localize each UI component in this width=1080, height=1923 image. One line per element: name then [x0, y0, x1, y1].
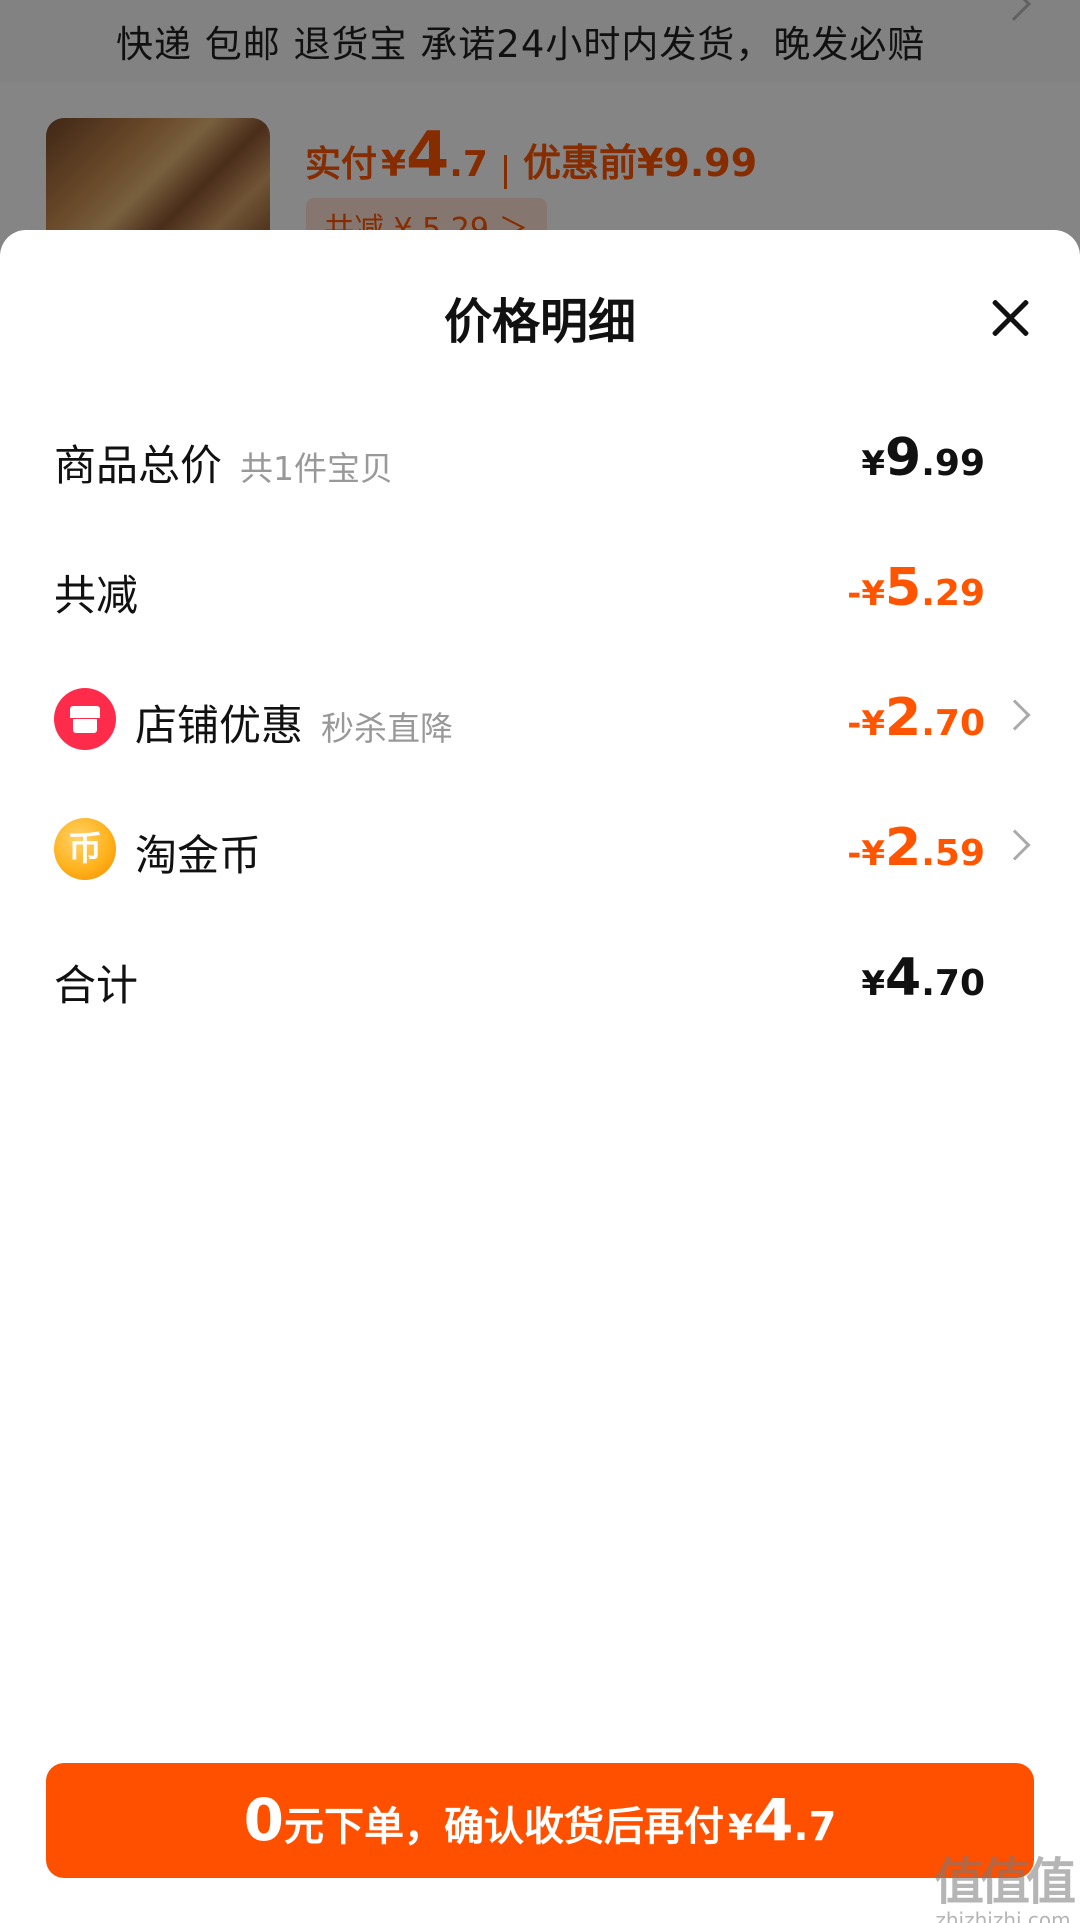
watermark-main: 值值值 [934, 1853, 1076, 1911]
row-sublabel: 共1件宝贝 [240, 449, 394, 488]
amount-int: 9 [885, 428, 922, 488]
price-detail-sheet: 价格明细 商品总价 共1件宝贝 ¥9.99 共减 -¥5.29 店铺优惠 秒杀直降 … [0, 230, 1080, 1923]
amount-dec: .59 [921, 833, 985, 874]
row-total-discount: 共减 -¥5.29 [0, 540, 1080, 630]
chevron-right-icon [999, 699, 1031, 731]
amount-dec: .70 [921, 963, 985, 1004]
row-amount: ¥4.70 [861, 948, 985, 1008]
amount-dec: .29 [921, 573, 985, 614]
watermark-logo: 值值值 zhizhizhi.com [928, 1842, 1078, 1923]
amount-currency: ¥ [861, 574, 886, 614]
watermark-url: zhizhizhi.com [935, 1908, 1071, 1923]
amount-int: 4 [885, 948, 922, 1008]
cta-zero: 0 [243, 1786, 284, 1854]
amount-int: 2 [885, 688, 922, 748]
row-amount: -¥2.59 [847, 818, 985, 878]
row-label: 淘金币 [135, 831, 262, 880]
amount-int: 2 [885, 818, 922, 878]
row-sublabel: 秒杀直降 [321, 709, 454, 748]
row-grand-total: 合计 ¥4.70 [0, 930, 1080, 1020]
amount-minus: - [847, 704, 862, 744]
row-label: 商品总价 共1件宝贝 [54, 432, 393, 493]
coin-icon: 币 [54, 818, 116, 880]
amount-minus: - [847, 574, 862, 614]
row-amount: -¥5.29 [847, 558, 985, 618]
amount-currency: ¥ [861, 964, 886, 1004]
cta-dec: .7 [793, 1804, 837, 1850]
amount-int: 5 [885, 558, 922, 618]
row-label-text: 店铺优惠 [135, 701, 304, 750]
cta-int: 4 [753, 1786, 794, 1854]
sheet-title: 价格明细 [443, 294, 636, 350]
row-label-text: 商品总价 [54, 441, 223, 490]
amount-minus: - [847, 834, 862, 874]
row-store-discount[interactable]: 店铺优惠 秒杀直降 -¥2.70 [0, 670, 1080, 760]
cta-text: 元下单，确认收货后再付 [283, 1804, 724, 1850]
row-amount: -¥2.70 [847, 688, 985, 748]
chevron-right-icon [999, 829, 1031, 861]
amount-currency: ¥ [861, 834, 886, 874]
amount-dec: .99 [921, 443, 985, 484]
amount-currency: ¥ [861, 704, 886, 744]
row-amount: ¥9.99 [861, 428, 985, 488]
amount-dec: .70 [921, 703, 985, 744]
close-icon[interactable] [984, 292, 1036, 344]
row-label: 店铺优惠 秒杀直降 [135, 692, 453, 753]
store-icon [54, 688, 116, 750]
cta-currency: ¥ [727, 1808, 754, 1849]
row-label: 共减 [54, 571, 139, 620]
amount-currency: ¥ [861, 444, 886, 484]
row-taojinbi[interactable]: 币 淘金币 -¥2.59 [0, 800, 1080, 890]
place-order-button[interactable]: 0元下单，确认收货后再付 ¥4.7 [46, 1763, 1034, 1878]
row-label: 合计 [54, 961, 139, 1010]
row-item-total: 商品总价 共1件宝贝 ¥9.99 [0, 410, 1080, 500]
